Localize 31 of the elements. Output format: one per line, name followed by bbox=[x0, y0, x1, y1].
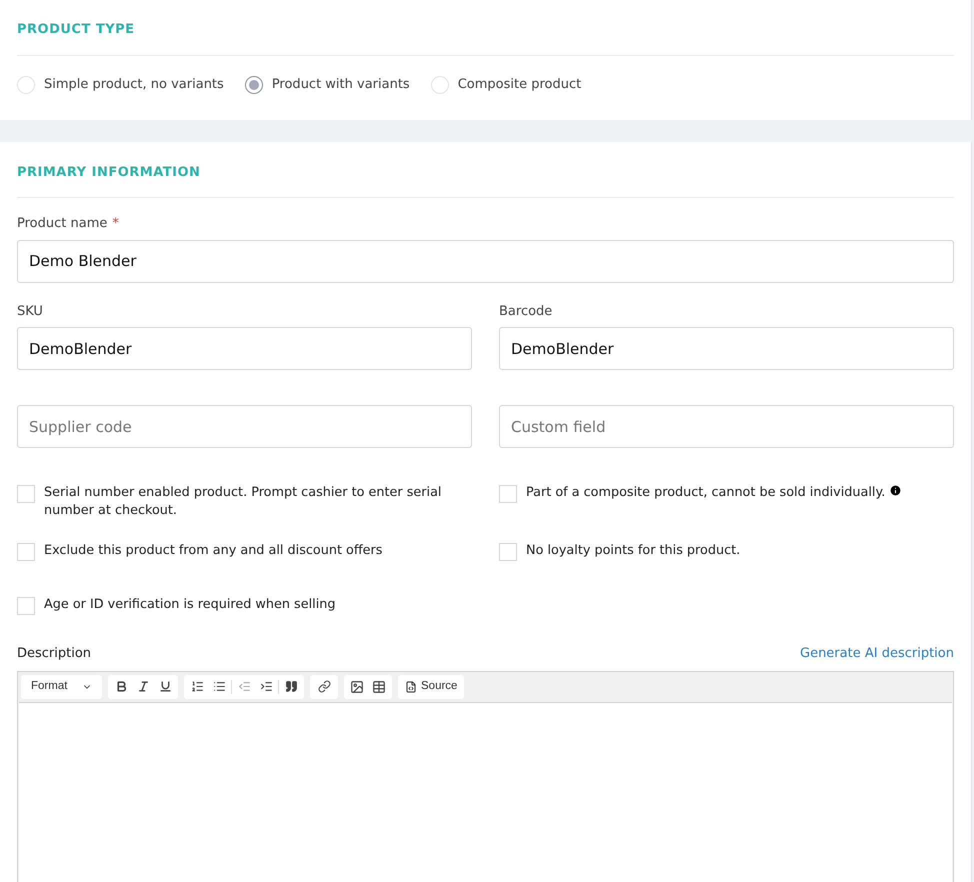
checkbox-label: No loyalty points for this product. bbox=[526, 543, 740, 558]
checkbox-label: Part of a composite product, cannot be sold individually. bbox=[526, 485, 886, 500]
barcode-field[interactable]: DemoBlender bbox=[499, 327, 954, 370]
radio-label: Simple product, no variants bbox=[44, 76, 224, 94]
radio-label: Product with variants bbox=[272, 76, 410, 94]
checkbox[interactable] bbox=[499, 485, 517, 503]
generate-ai-link[interactable]: Generate AI description bbox=[800, 644, 954, 664]
radio-button[interactable] bbox=[244, 76, 263, 94]
required-mark: * bbox=[112, 215, 119, 233]
custom-field[interactable]: Custom field bbox=[499, 405, 954, 448]
supplier-code-field[interactable]: Supplier code bbox=[17, 405, 472, 448]
source-button[interactable]: Source bbox=[398, 674, 464, 698]
radio-label: Composite product bbox=[458, 76, 582, 94]
format-dropdown[interactable]: Format bbox=[21, 674, 102, 698]
checkbox[interactable] bbox=[17, 485, 35, 503]
checkbox[interactable] bbox=[17, 597, 35, 615]
field-label: Barcode bbox=[499, 302, 554, 320]
checkbox[interactable] bbox=[17, 543, 35, 561]
section-title: PRIMARY INFORMATION bbox=[17, 164, 202, 182]
field-label: Description bbox=[17, 645, 92, 663]
checkbox-label: Serial number enabled product. Prompt cashier to enter serial number at checkout. bbox=[44, 485, 442, 518]
field-label: SKU bbox=[17, 302, 44, 320]
checkbox-label: Age or ID verification is required when selling bbox=[44, 597, 336, 612]
sku-field[interactable]: DemoBlender bbox=[17, 327, 472, 370]
section-title: PRODUCT TYPE bbox=[17, 21, 136, 39]
source-icon bbox=[405, 680, 417, 692]
field-label: Product name bbox=[17, 215, 108, 233]
info-icon[interactable] bbox=[889, 484, 902, 497]
checkbox[interactable] bbox=[499, 543, 517, 561]
checkbox-label: Exclude this product from any and all discount offers bbox=[44, 543, 382, 558]
product-name-field[interactable]: Demo Blender bbox=[17, 240, 954, 282]
